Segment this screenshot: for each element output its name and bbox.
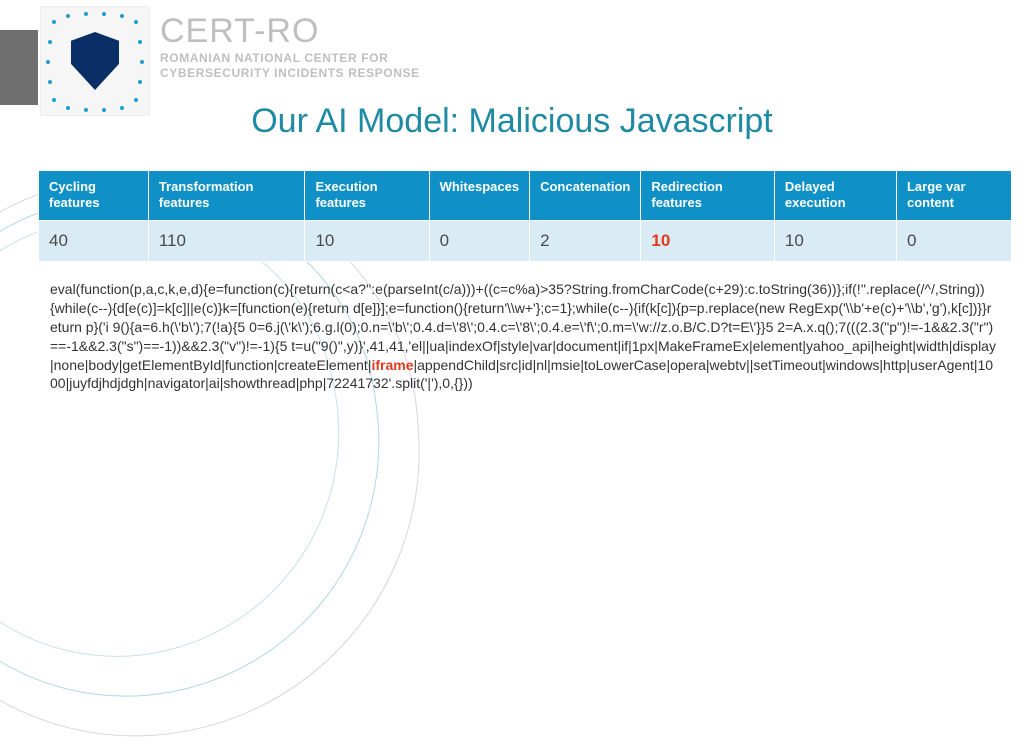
logo-sub1: ROMANIAN NATIONAL CENTER FOR	[160, 51, 420, 66]
td-largevar: 0	[896, 220, 1011, 261]
code-keyword: iframe	[371, 357, 413, 373]
td-concatenation: 2	[530, 220, 641, 261]
logo: CERT-RO ROMANIAN NATIONAL CENTER FOR CYB…	[40, 6, 420, 116]
th-concatenation: Concatenation	[530, 171, 641, 221]
logo-sub2: CYBERSECURITY INCIDENTS RESPONSE	[160, 66, 420, 81]
td-whitespaces: 0	[429, 220, 529, 261]
feature-table: Cycling features Transformation features…	[38, 170, 1012, 262]
table-header-row: Cycling features Transformation features…	[39, 171, 1012, 221]
th-whitespaces: Whitespaces	[429, 171, 529, 221]
td-cycling: 40	[39, 220, 149, 261]
th-execution: Execution features	[305, 171, 429, 221]
td-transformation: 110	[148, 220, 305, 261]
th-transformation: Transformation features	[148, 171, 305, 221]
th-redirection: Redirection features	[641, 171, 775, 221]
slide-edge-tab	[0, 30, 38, 105]
code-sample: eval(function(p,a,c,k,e,d){e=function(c)…	[50, 280, 996, 393]
td-delayed: 10	[774, 220, 896, 261]
highlight-value: 10	[651, 231, 670, 250]
td-execution: 10	[305, 220, 429, 261]
td-redirection: 10	[641, 220, 775, 261]
th-largevar: Large var content	[896, 171, 1011, 221]
th-cycling: Cycling features	[39, 171, 149, 221]
logo-mark	[40, 6, 150, 116]
table-row: 40 110 10 0 2 10 10 0	[39, 220, 1012, 261]
logo-title: CERT-RO	[160, 12, 420, 51]
th-delayed: Delayed execution	[774, 171, 896, 221]
page-title: Our AI Model: Malicious Javascript	[0, 102, 1024, 141]
logo-text: CERT-RO ROMANIAN NATIONAL CENTER FOR CYB…	[160, 12, 420, 81]
